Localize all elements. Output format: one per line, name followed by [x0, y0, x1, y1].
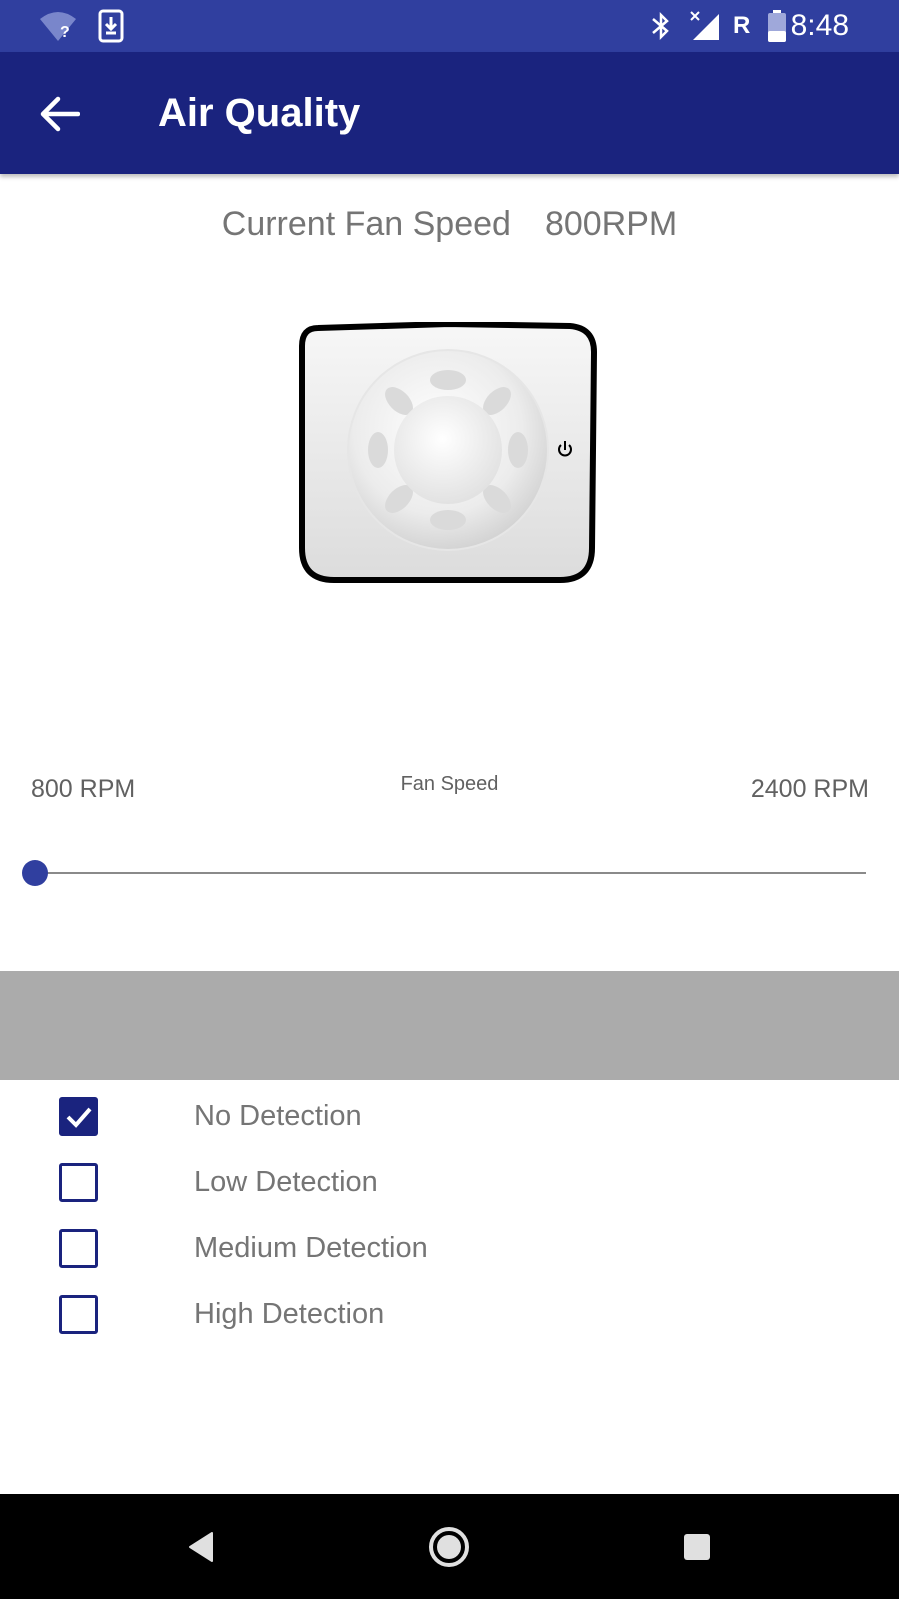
slider-thumb[interactable] — [22, 860, 48, 886]
current-fan-speed: Current Fan Speed 800RPM — [0, 205, 899, 244]
bluetooth-icon — [648, 0, 674, 52]
recents-square-icon — [684, 1533, 710, 1560]
battery-icon — [766, 0, 788, 52]
fan-speed-slider[interactable] — [22, 860, 866, 886]
fan-icon — [298, 320, 600, 586]
divider-band — [0, 971, 899, 1080]
svg-text:?: ? — [60, 24, 70, 41]
nav-back-button[interactable] — [146, 1494, 256, 1599]
detection-option-label: High Detection — [194, 1297, 385, 1330]
checkbox[interactable] — [59, 1229, 98, 1268]
slider-max-label: 2400 RPM — [750, 775, 869, 803]
detection-option-none[interactable]: No Detection — [0, 1086, 899, 1146]
checkmark-icon — [66, 1107, 92, 1128]
detection-option-medium[interactable]: Medium Detection — [0, 1218, 899, 1278]
roaming-indicator: R — [733, 12, 751, 39]
nav-home-button[interactable] — [394, 1494, 504, 1599]
current-fan-speed-value: 800RPM — [544, 205, 678, 243]
page-title: Air Quality — [158, 90, 361, 135]
arrow-back-icon — [40, 96, 80, 132]
status-bar: ? R 8:48 — [0, 0, 899, 52]
app-bar: Air Quality — [0, 52, 899, 174]
detection-option-low[interactable]: Low Detection — [0, 1152, 899, 1212]
back-triangle-icon — [189, 1531, 213, 1562]
detection-option-label: No Detection — [194, 1099, 362, 1132]
current-fan-speed-label: Current Fan Speed — [221, 205, 511, 243]
signal-icon — [688, 0, 722, 52]
checkbox[interactable] — [59, 1163, 98, 1202]
navigation-bar — [0, 1494, 899, 1599]
back-button[interactable] — [28, 82, 92, 146]
detection-option-label: Medium Detection — [194, 1231, 428, 1264]
wifi-unknown-icon: ? — [36, 0, 80, 52]
nav-recents-button[interactable] — [642, 1494, 752, 1599]
checkbox[interactable] — [59, 1295, 98, 1334]
download-icon — [96, 0, 126, 52]
home-circle-icon — [429, 1526, 469, 1567]
status-time: 8:48 — [790, 9, 849, 42]
detection-option-high[interactable]: High Detection — [0, 1284, 899, 1344]
detection-option-label: Low Detection — [194, 1165, 378, 1198]
slider-track — [34, 872, 866, 874]
checkbox[interactable] — [59, 1097, 98, 1136]
